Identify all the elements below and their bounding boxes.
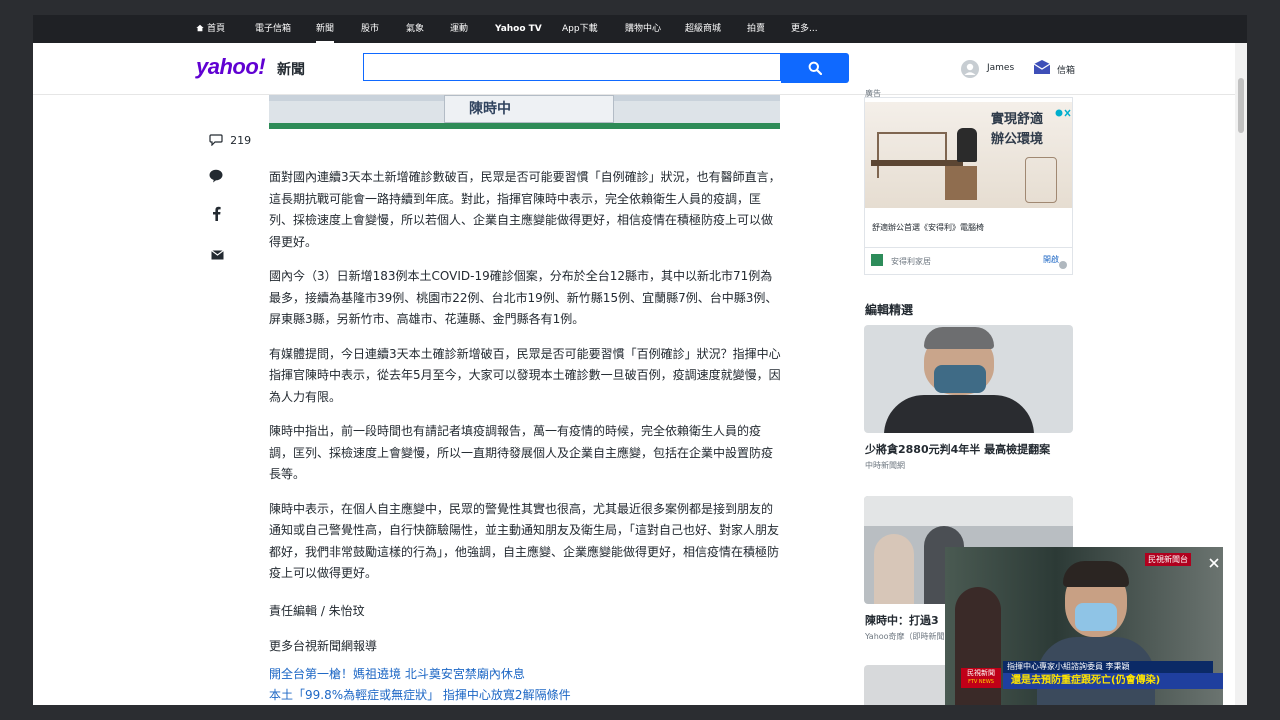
ad-cta-button[interactable]: 開啟: [1043, 254, 1059, 265]
nav-item-shopping[interactable]: 購物中心: [625, 15, 661, 43]
advertiser-logo: [871, 254, 883, 266]
ad-unit[interactable]: 實現舒適 辦公環境 舒適辦公首選《安得利》電腦椅 安得利家居 開啟: [864, 97, 1073, 275]
card-title[interactable]: 陳時中：打過3: [865, 612, 939, 628]
nav-item-mall[interactable]: 超級商城: [685, 15, 721, 43]
scrollbar-thumb[interactable]: [1238, 78, 1244, 133]
mail-label[interactable]: 信箱: [1057, 63, 1075, 76]
logo-subtitle[interactable]: 新聞: [277, 59, 305, 79]
home-icon: [196, 24, 204, 32]
article-paragraph: 有媒體提問，今日連續3天本土確診新增破百，民眾是否可能要習慣「百例確診」狀況？指…: [269, 346, 781, 404]
facebook-icon: [213, 206, 221, 221]
video-channel-badge: 民視新聞 FTV NEWS: [961, 668, 1001, 688]
nav-item-weather[interactable]: 氣象: [406, 15, 424, 43]
comment-button[interactable]: 219: [209, 131, 251, 150]
yahoo-logo[interactable]: yahoo!: [196, 54, 266, 80]
site-header: yahoo! 新聞 James 信箱: [33, 43, 1247, 95]
user-name[interactable]: James: [987, 63, 1014, 73]
line-icon: [209, 169, 223, 183]
nav-item-mail[interactable]: 電子信箱: [255, 15, 291, 43]
search-icon: [808, 61, 822, 75]
card-source: Yahoo奇摩（即時新聞: [865, 632, 945, 641]
nav-item-more[interactable]: 更多...: [791, 15, 818, 43]
related-link[interactable]: 開全台第一槍！媽祖遶境 北斗奠安宮禁廟內休息: [269, 664, 781, 686]
top-navigation-bar: 首頁 電子信箱 新聞 股市 氣象 運動 Yahoo TV App下載 購物中心 …: [33, 15, 1247, 43]
video-name-bar: 指揮中心專家小組諮詢委員 李秉穎: [1003, 661, 1213, 673]
ad-headline-1: 實現舒適: [991, 112, 1044, 127]
user-icon: [964, 63, 976, 75]
article-body: 面對國內連續3天本土新增確診數破百，民眾是否可能要習慣「自例確診」狀況，也有醫師…: [269, 167, 781, 705]
nav-item-stocks[interactable]: 股市: [361, 15, 379, 43]
more-reports-heading: 更多台視新聞網報導: [269, 639, 378, 653]
comment-count: 219: [230, 134, 252, 147]
card-title[interactable]: 少將貪2880元判4年半 最高檢提翻案: [865, 441, 1050, 457]
article-paragraph: 陳時中表示，在個人自主應變中，民眾的警覺性其實也很高，尤其最近很多案例都是接到朋…: [269, 501, 780, 581]
share-line-button[interactable]: [209, 168, 223, 187]
ad-choices-icon[interactable]: [1055, 102, 1071, 121]
editors-picks-heading: 編輯精選: [865, 303, 914, 317]
nav-label-home: 首頁: [207, 24, 226, 34]
share-email-button[interactable]: [211, 245, 224, 264]
ad-headline-2: 辦公環境: [991, 132, 1044, 147]
advertiser-name[interactable]: 安得利家居: [891, 256, 931, 267]
comment-icon: [209, 134, 223, 147]
video-channel-name: 民視新聞: [967, 669, 995, 677]
image-nameplate: 陳時中: [469, 101, 511, 117]
video-station-logo: 民視新聞台: [1145, 553, 1191, 566]
close-video-button[interactable]: [1209, 553, 1219, 572]
close-icon: [1209, 558, 1219, 568]
article-paragraph: 陳時中指出，前一段時間也有請記者填疫調報告，萬一有疫情的時候，完全依賴衛生人員的…: [269, 424, 774, 481]
article-editor: 責任編輯 / 朱怡玟: [269, 603, 365, 618]
card-image[interactable]: [864, 325, 1073, 433]
nav-item-yahoo-tv[interactable]: Yahoo TV: [495, 15, 542, 43]
article-image: 陳時中: [269, 95, 780, 129]
user-avatar[interactable]: [961, 60, 979, 78]
ad-description[interactable]: 舒適辦公首選《安得利》電腦椅: [872, 222, 984, 233]
browser-window: 首頁 電子信箱 新聞 股市 氣象 運動 Yahoo TV App下載 購物中心 …: [33, 15, 1247, 705]
nav-item-sports[interactable]: 運動: [450, 15, 468, 43]
video-channel-sub: FTV NEWS: [968, 679, 994, 685]
video-caption: 還是去預防重症跟死亡(仍會傳染): [1003, 673, 1223, 689]
nav-item-app-download[interactable]: App下載: [562, 15, 598, 43]
article-paragraph: 國內今（3）日新增183例本土COVID-19確診個案，分布於全台12縣市，其中…: [269, 269, 778, 326]
related-link[interactable]: 本土「99.8%為輕症或無症狀」 指揮中心放寬2解隔條件: [269, 685, 781, 705]
mail-button[interactable]: [1033, 59, 1051, 79]
mail-icon: [1033, 60, 1051, 74]
search-button[interactable]: [781, 53, 849, 83]
ad-image[interactable]: 實現舒適 辦公環境: [865, 102, 1072, 208]
share-facebook-button[interactable]: [212, 206, 221, 225]
info-icon[interactable]: [1059, 261, 1067, 269]
email-icon: [211, 250, 224, 260]
nav-item-news[interactable]: 新聞: [316, 15, 335, 43]
page-scrollbar[interactable]: [1235, 43, 1247, 705]
card-source: 中時新聞網: [865, 461, 905, 470]
nav-item-auction[interactable]: 拍賣: [747, 15, 765, 43]
floating-video-player[interactable]: 民視新聞台 民視新聞 FTV NEWS 指揮中心專家小組諮詢委員 李秉穎 還是去…: [945, 547, 1223, 705]
search-input[interactable]: [363, 53, 781, 81]
article-paragraph: 面對國內連續3天本土新增確診數破百，民眾是否可能要習慣「自例確診」狀況，也有醫師…: [269, 170, 781, 249]
nav-item-home[interactable]: 首頁: [196, 15, 225, 43]
